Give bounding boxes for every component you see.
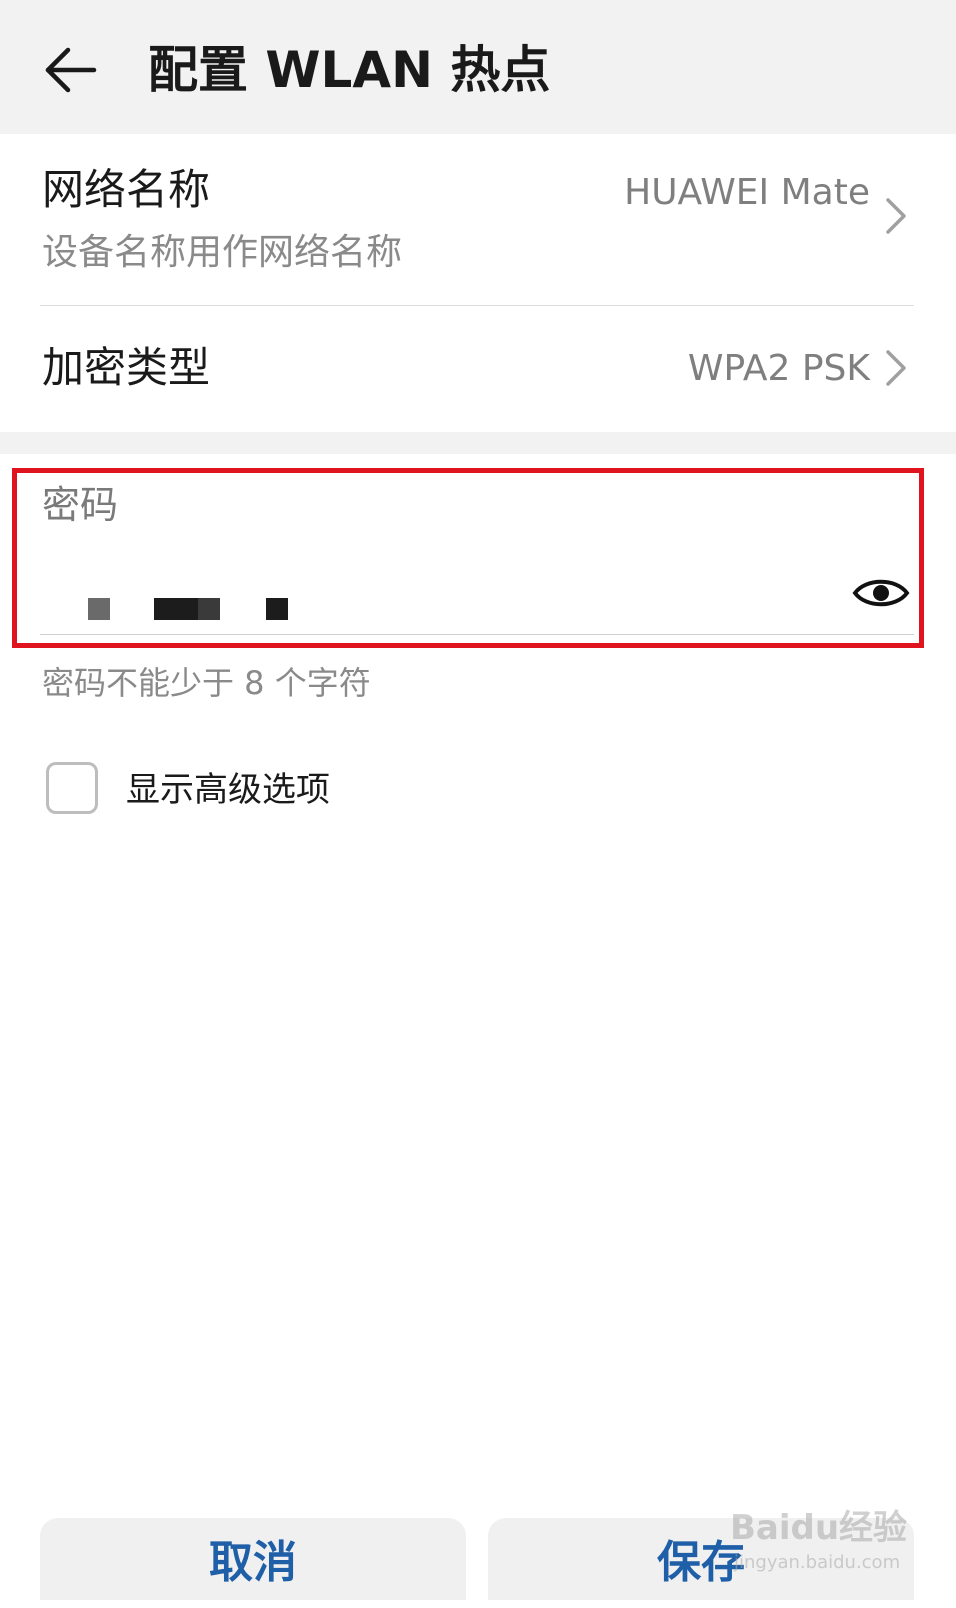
network-name-title: 网络名称 bbox=[42, 165, 211, 214]
section-gap bbox=[0, 432, 956, 454]
baidu-watermark: Baidu经验 bbox=[730, 1508, 908, 1548]
cancel-button[interactable]: 取消 bbox=[40, 1518, 466, 1600]
advanced-options-checkbox[interactable] bbox=[46, 762, 98, 814]
advanced-options-label[interactable]: 显示高级选项 bbox=[126, 768, 330, 812]
baidu-watermark-url: jingyan.baidu.com bbox=[734, 1552, 901, 1573]
network-name-value: HUAWEI Mate bbox=[624, 172, 870, 213]
back-arrow-icon[interactable] bbox=[40, 40, 100, 100]
network-name-row[interactable]: 网络名称 设备名称用作网络名称 HUAWEI Mate bbox=[0, 134, 956, 298]
encryption-type-title: 加密类型 bbox=[42, 343, 211, 392]
highlight-frame bbox=[12, 468, 924, 648]
chevron-right-icon bbox=[886, 350, 906, 386]
chevron-right-icon bbox=[886, 198, 906, 234]
password-hint: 密码不能少于 8 个字符 bbox=[42, 664, 371, 702]
network-name-subtitle: 设备名称用作网络名称 bbox=[42, 232, 403, 273]
top-app-bar: 配置 WLAN 热点 bbox=[0, 0, 956, 134]
encryption-type-value: WPA2 PSK bbox=[687, 348, 870, 389]
encryption-type-row[interactable]: 加密类型 WPA2 PSK bbox=[0, 306, 956, 432]
page-title: 配置 WLAN 热点 bbox=[148, 41, 551, 99]
